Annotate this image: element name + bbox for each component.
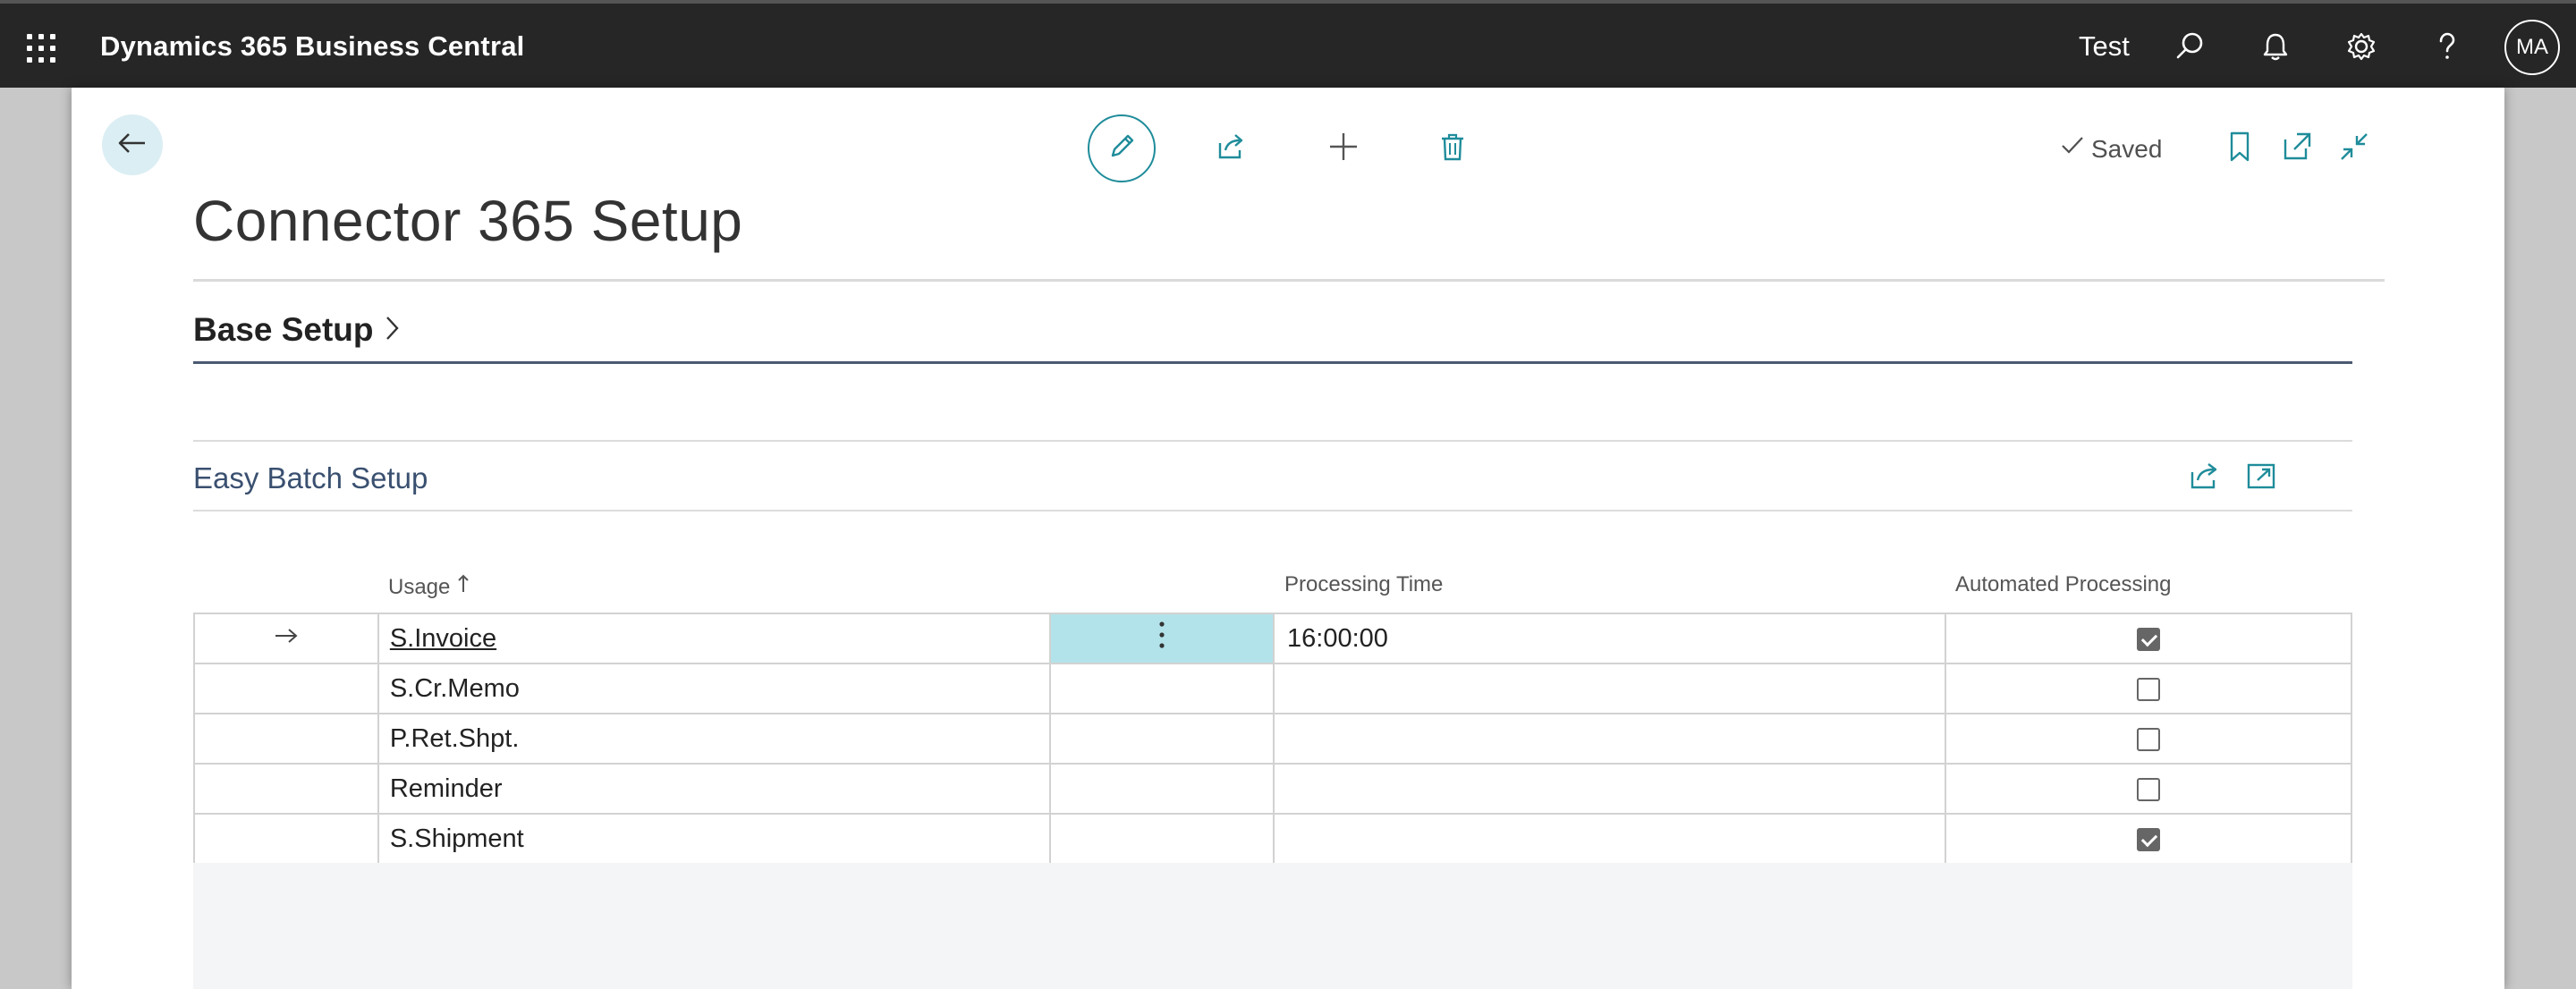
row-indicator [193, 713, 379, 765]
checkmark-icon [2059, 132, 2086, 165]
row-actions-cell[interactable] [1049, 613, 1275, 664]
usage-cell[interactable]: Reminder [377, 763, 1052, 815]
search-icon[interactable] [2170, 27, 2209, 66]
open-new-window-icon[interactable] [2277, 127, 2317, 166]
base-setup-label: Base Setup [193, 311, 374, 348]
gear-icon[interactable] [2342, 27, 2381, 66]
row-actions-cell[interactable] [1049, 813, 1275, 865]
usage-cell[interactable]: S.Cr.Memo [377, 663, 1052, 714]
more-options-icon[interactable] [1157, 621, 1166, 656]
share-icon[interactable] [2184, 456, 2224, 495]
automated-processing-cell [1945, 813, 2352, 865]
table-row[interactable]: P.Ret.Shpt. [193, 713, 2352, 765]
share-icon [1213, 129, 1249, 169]
usage-cell[interactable]: S.Shipment [377, 813, 1052, 865]
avatar[interactable]: MA [2504, 20, 2560, 75]
company-name[interactable]: Test [2079, 30, 2130, 63]
app-title[interactable]: Dynamics 365 Business Central [100, 30, 524, 63]
column-header-usage-label: Usage [388, 575, 451, 599]
table-row[interactable]: S.Shipment [193, 813, 2352, 865]
usage-cell[interactable]: P.Ret.Shpt. [377, 713, 1052, 765]
fasttab-divider [193, 361, 2352, 364]
new-button[interactable] [1309, 114, 1377, 182]
saved-status: Saved [2059, 132, 2162, 165]
row-actions-cell[interactable] [1049, 763, 1275, 815]
plus-icon [1326, 129, 1361, 169]
bookmark-icon[interactable] [2220, 127, 2259, 166]
help-icon[interactable] [2428, 27, 2467, 66]
trash-icon [1435, 129, 1470, 169]
table-row[interactable]: S.Invoice 16:00:00 [193, 613, 2352, 664]
automated-processing-checkbox[interactable] [2137, 827, 2161, 851]
row-indicator [193, 813, 379, 865]
page-card: Saved Connector 365 Setup Base Setup Eas… [72, 88, 2504, 989]
part-divider-top [193, 440, 2352, 442]
usage-cell[interactable]: S.Invoice [377, 613, 1052, 664]
back-button[interactable] [102, 114, 163, 175]
column-header-processing-time[interactable]: Processing Time [1284, 572, 1443, 597]
easy-batch-setup-title[interactable]: Easy Batch Setup [193, 461, 428, 495]
collapse-icon[interactable] [2334, 127, 2374, 166]
automated-processing-checkbox[interactable] [2137, 777, 2161, 801]
automated-processing-checkbox[interactable] [2137, 727, 2161, 751]
arrow-right-icon [273, 624, 300, 653]
bell-icon[interactable] [2256, 27, 2295, 66]
row-indicator [193, 663, 379, 714]
saved-label: Saved [2091, 134, 2163, 163]
row-indicator [193, 613, 379, 664]
grid-empty-area [193, 863, 2352, 989]
part-divider-bottom [193, 510, 2352, 511]
row-indicator [193, 763, 379, 815]
table-row[interactable]: S.Cr.Memo [193, 663, 2352, 714]
automated-processing-cell [1945, 663, 2352, 714]
processing-time-cell[interactable] [1273, 763, 1947, 815]
processing-time-cell[interactable] [1273, 663, 1947, 714]
processing-time-cell[interactable] [1273, 813, 1947, 865]
column-header-automated-processing[interactable]: Automated Processing [1955, 572, 2171, 597]
chevron-right-icon [383, 312, 402, 349]
row-actions-cell[interactable] [1049, 663, 1275, 714]
app-launcher-icon[interactable] [25, 32, 57, 64]
sort-ascending-icon [456, 574, 470, 599]
automated-processing-cell [1945, 763, 2352, 815]
delete-button[interactable] [1419, 114, 1487, 182]
edit-button[interactable] [1088, 114, 1156, 182]
automated-processing-cell [1945, 613, 2352, 664]
table-row[interactable]: Reminder [193, 763, 2352, 815]
top-nav-bar: Dynamics 365 Business Central Test MA [0, 0, 2576, 88]
page-title: Connector 365 Setup [193, 189, 743, 253]
expand-icon[interactable] [2241, 456, 2281, 495]
base-setup-fasttab[interactable]: Base Setup [193, 311, 402, 349]
back-arrow-icon [114, 125, 150, 165]
processing-time-cell[interactable]: 16:00:00 [1273, 613, 1947, 664]
automated-processing-cell [1945, 713, 2352, 765]
automated-processing-checkbox[interactable] [2137, 677, 2161, 701]
usage-link[interactable]: S.Invoice [390, 624, 496, 653]
easy-batch-grid: S.Invoice 16:00:00 S.Cr.Memo P.Ret.Shpt. [193, 613, 2352, 865]
column-header-usage[interactable]: Usage [388, 572, 470, 600]
processing-time-cell[interactable] [1273, 713, 1947, 765]
row-actions-cell[interactable] [1049, 713, 1275, 765]
pencil-icon [1104, 129, 1140, 169]
title-divider [193, 279, 2385, 282]
share-button[interactable] [1197, 114, 1265, 182]
automated-processing-checkbox[interactable] [2137, 627, 2161, 651]
